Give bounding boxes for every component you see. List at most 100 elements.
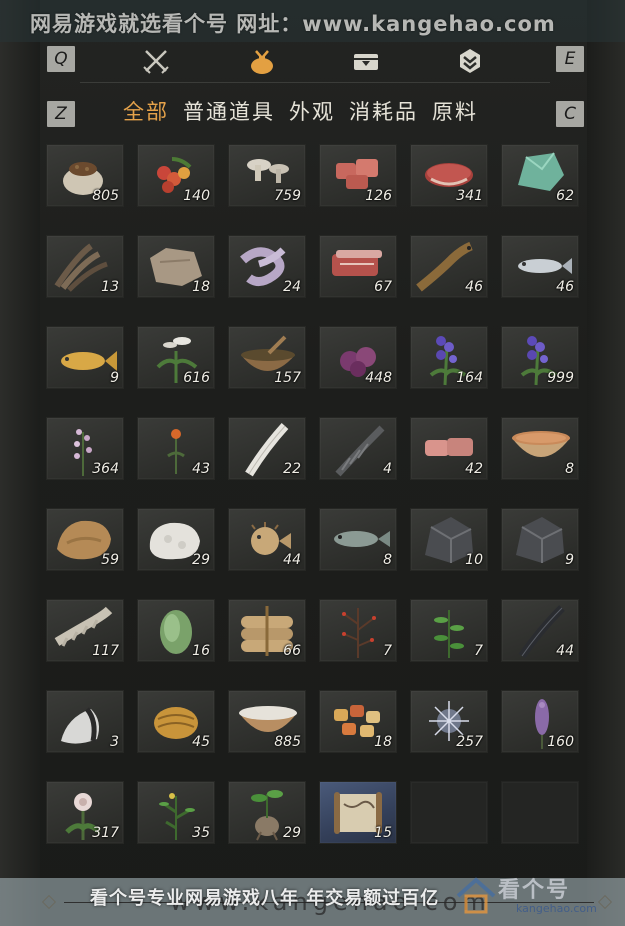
inventory-slot[interactable]: 140 [137,144,215,207]
item-count: 9 [110,370,119,386]
inventory-slot[interactable]: 44 [501,599,579,662]
prev-subcategory-key[interactable]: Z [47,101,75,127]
inventory-slot[interactable]: 18 [137,235,215,298]
inventory-slot[interactable]: 7 [410,599,488,662]
item-count: 117 [92,643,119,659]
inventory-slot[interactable]: 448 [319,326,397,389]
inventory-slot[interactable]: 4 [319,417,397,480]
item-count: 42 [465,461,483,477]
item-count: 317 [92,825,119,841]
inventory-slot[interactable]: 24 [228,235,306,298]
item-count: 448 [365,370,392,386]
inventory-slot[interactable]: 29 [137,508,215,571]
inventory-slot[interactable]: 35 [137,781,215,844]
inventory-slot[interactable]: 62 [501,144,579,207]
inventory-slot[interactable]: 117 [46,599,124,662]
inventory-slot[interactable]: 157 [228,326,306,389]
item-count: 29 [192,552,210,568]
item-count: 24 [283,279,301,295]
tab-items[interactable] [245,44,279,78]
item-count: 66 [283,643,301,659]
inventory-slot[interactable]: 22 [228,417,306,480]
inventory-slot[interactable]: 759 [228,144,306,207]
item-count: 160 [547,734,574,750]
tab-gems[interactable] [453,44,487,78]
item-count: 8 [565,461,574,477]
pouch-icon [251,50,273,74]
inventory-slot[interactable]: 45 [137,690,215,753]
item-count: 45 [192,734,210,750]
item-count: 157 [274,370,301,386]
subcategory-all[interactable]: 全部 [123,96,169,130]
subcategory-common-items[interactable]: 普通道具 [183,96,275,130]
inventory-slot[interactable]: 46 [410,235,488,298]
logo-domain: kangehao.com [516,902,597,915]
logo-wordmark: 看个号 [498,878,571,903]
inventory-slot[interactable]: 8 [319,508,397,571]
item-count: 3 [110,734,119,750]
item-count: 43 [192,461,210,477]
item-count: 805 [92,188,119,204]
next-tab-key[interactable]: E [556,46,584,72]
tab-appearance[interactable] [349,44,383,78]
inventory-slot[interactable]: 164 [410,326,488,389]
item-count: 59 [101,552,119,568]
item-count: 616 [183,370,210,386]
inventory-slot[interactable]: 42 [410,417,488,480]
empty-slot [501,781,579,844]
inventory-slot[interactable]: 364 [46,417,124,480]
item-count: 44 [283,552,301,568]
item-count: 29 [283,825,301,841]
inventory-slot[interactable]: 616 [137,326,215,389]
subcategory-bar: 全部 普通道具 外观 消耗品 原料 [123,96,478,130]
inventory-slot[interactable]: 44 [228,508,306,571]
inventory-slot[interactable]: 18 [319,690,397,753]
inventory-slot[interactable]: 29 [228,781,306,844]
item-count: 67 [374,279,392,295]
inventory-slot[interactable]: 15 [319,781,397,844]
tab-equipment[interactable] [139,44,173,78]
inventory-slot[interactable]: 66 [228,599,306,662]
item-count: 16 [192,643,210,659]
tab-divider [80,82,550,83]
inventory-slot[interactable]: 67 [319,235,397,298]
inventory-slot[interactable]: 341 [410,144,488,207]
item-count: 8 [383,552,392,568]
inventory-slot[interactable]: 160 [501,690,579,753]
inventory-slot[interactable]: 126 [319,144,397,207]
inventory-slot[interactable]: 46 [501,235,579,298]
item-count: 885 [274,734,301,750]
inventory-slot[interactable]: 3 [46,690,124,753]
inventory-slot[interactable]: 10 [410,508,488,571]
item-count: 46 [465,279,483,295]
next-subcategory-key[interactable]: C [556,101,584,127]
item-count: 18 [192,279,210,295]
inventory-slot[interactable]: 9 [501,508,579,571]
inventory-slot[interactable]: 8 [501,417,579,480]
inventory-slot[interactable]: 317 [46,781,124,844]
inventory-slot[interactable]: 9 [46,326,124,389]
inventory-slot[interactable]: 885 [228,690,306,753]
item-count: 46 [556,279,574,295]
subcategory-appearance[interactable]: 外观 [289,96,335,130]
inventory-slot[interactable]: 43 [137,417,215,480]
inventory-slot[interactable]: 13 [46,235,124,298]
inventory-grid: 805 140 759 126 341 62 13 18 24 67 46 46 9 616 157 448 1… [46,144,579,844]
subcategory-consumables[interactable]: 消耗品 [349,96,418,130]
item-count: 164 [456,370,483,386]
subcategory-materials[interactable]: 原料 [432,96,478,130]
item-count: 126 [365,188,392,204]
crossed-swords-icon [143,50,169,74]
inventory-slot[interactable]: 59 [46,508,124,571]
inventory-slot[interactable]: 257 [410,690,488,753]
inventory-slot[interactable]: 7 [319,599,397,662]
top-watermark-text: 网易游戏就选看个号 网址：www.kangehao.com [30,12,556,36]
inventory-slot[interactable]: 805 [46,144,124,207]
prev-tab-key[interactable]: Q [47,46,75,72]
item-count: 341 [456,188,483,204]
empty-slot [410,781,488,844]
inventory-slot[interactable]: 999 [501,326,579,389]
inventory-slot[interactable]: 16 [137,599,215,662]
item-count: 140 [183,188,210,204]
item-count: 10 [465,552,483,568]
